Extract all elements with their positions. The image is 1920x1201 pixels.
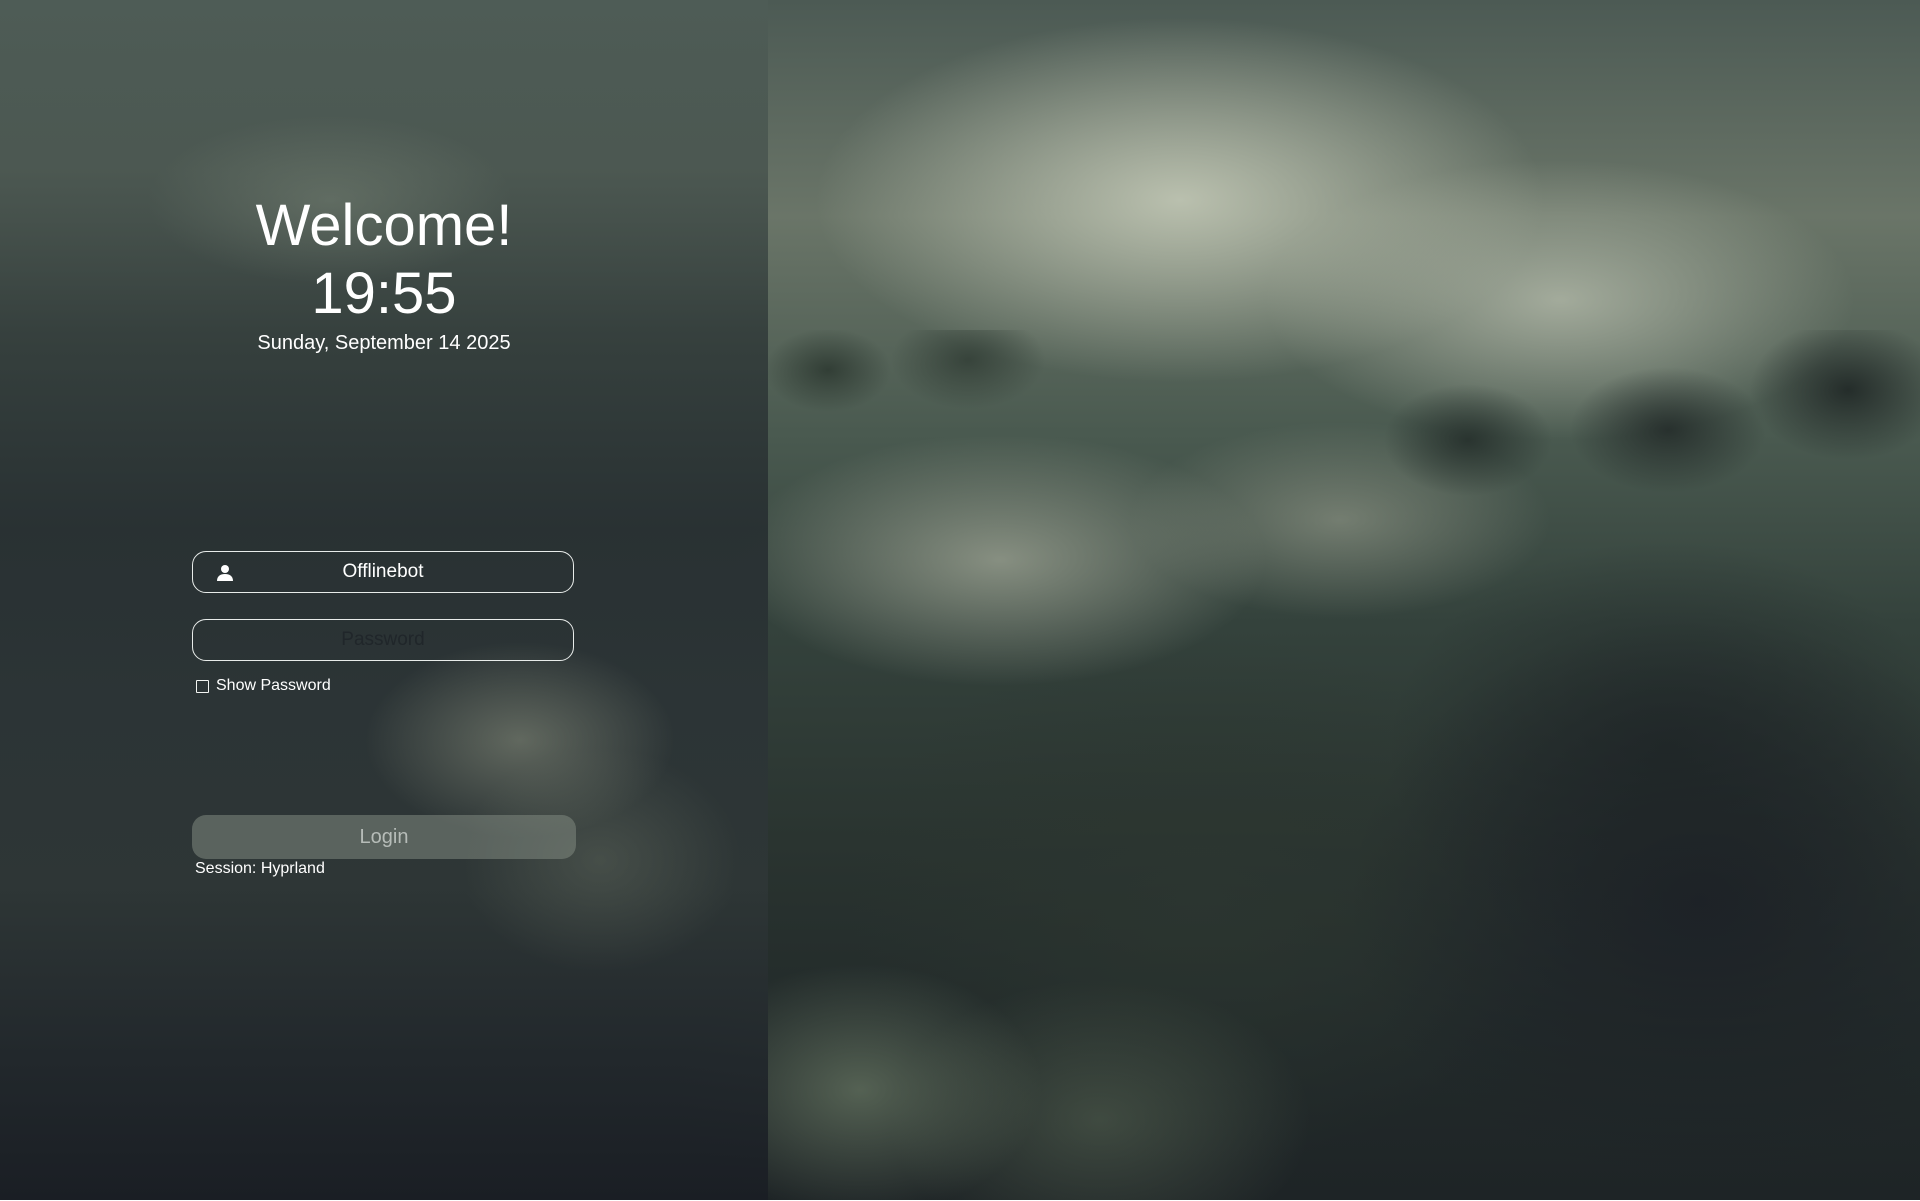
login-button[interactable]: Login [192,815,576,859]
clock-date: Sunday, September 14 2025 [257,332,511,354]
session-selector[interactable]: Session: Hyprland [195,859,325,879]
show-password-checkbox[interactable] [196,679,209,693]
login-screen: Welcome! 19:55 Sunday, September 14 2025… [0,0,1920,1201]
password-field[interactable]: Password [192,619,574,661]
login-panel [0,0,768,1201]
show-password-toggle[interactable]: Show Password [196,677,331,695]
password-placeholder: Password [341,629,425,650]
welcome-heading: Welcome! [255,193,513,258]
username-value: Offlinebot [342,561,424,582]
show-password-label: Show Password [216,677,331,694]
clock-time: 19:55 [311,261,457,326]
tree-silhouettes [768,330,1920,1201]
username-field[interactable]: Offlinebot [192,551,574,593]
